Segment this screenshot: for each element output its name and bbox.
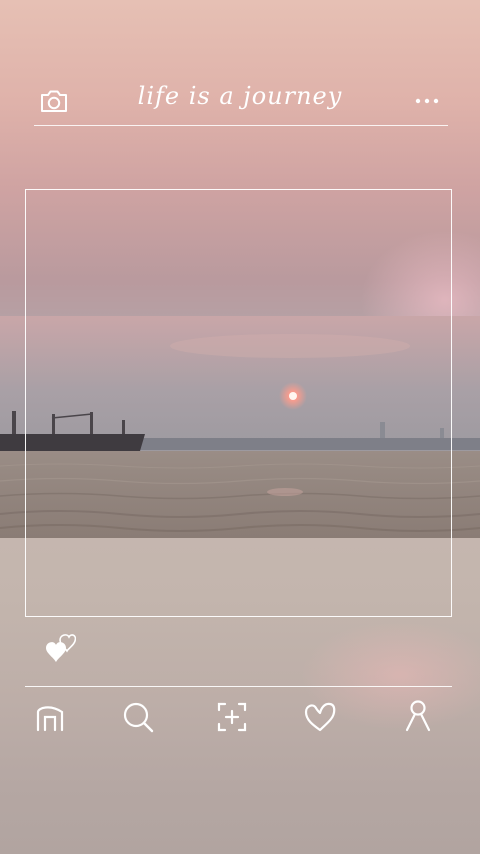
header-divider	[34, 125, 448, 126]
add-post-icon[interactable]	[212, 697, 252, 737]
home-icon[interactable]	[30, 697, 70, 737]
more-dots-icon[interactable]	[410, 92, 446, 110]
app-title: life is a journey	[137, 82, 343, 110]
hearts-icon[interactable]	[40, 626, 76, 666]
profile-icon[interactable]	[398, 697, 438, 737]
photo-frame	[25, 189, 452, 617]
nav-divider	[25, 686, 452, 687]
search-icon[interactable]	[118, 697, 158, 737]
heart-icon[interactable]	[300, 697, 340, 737]
